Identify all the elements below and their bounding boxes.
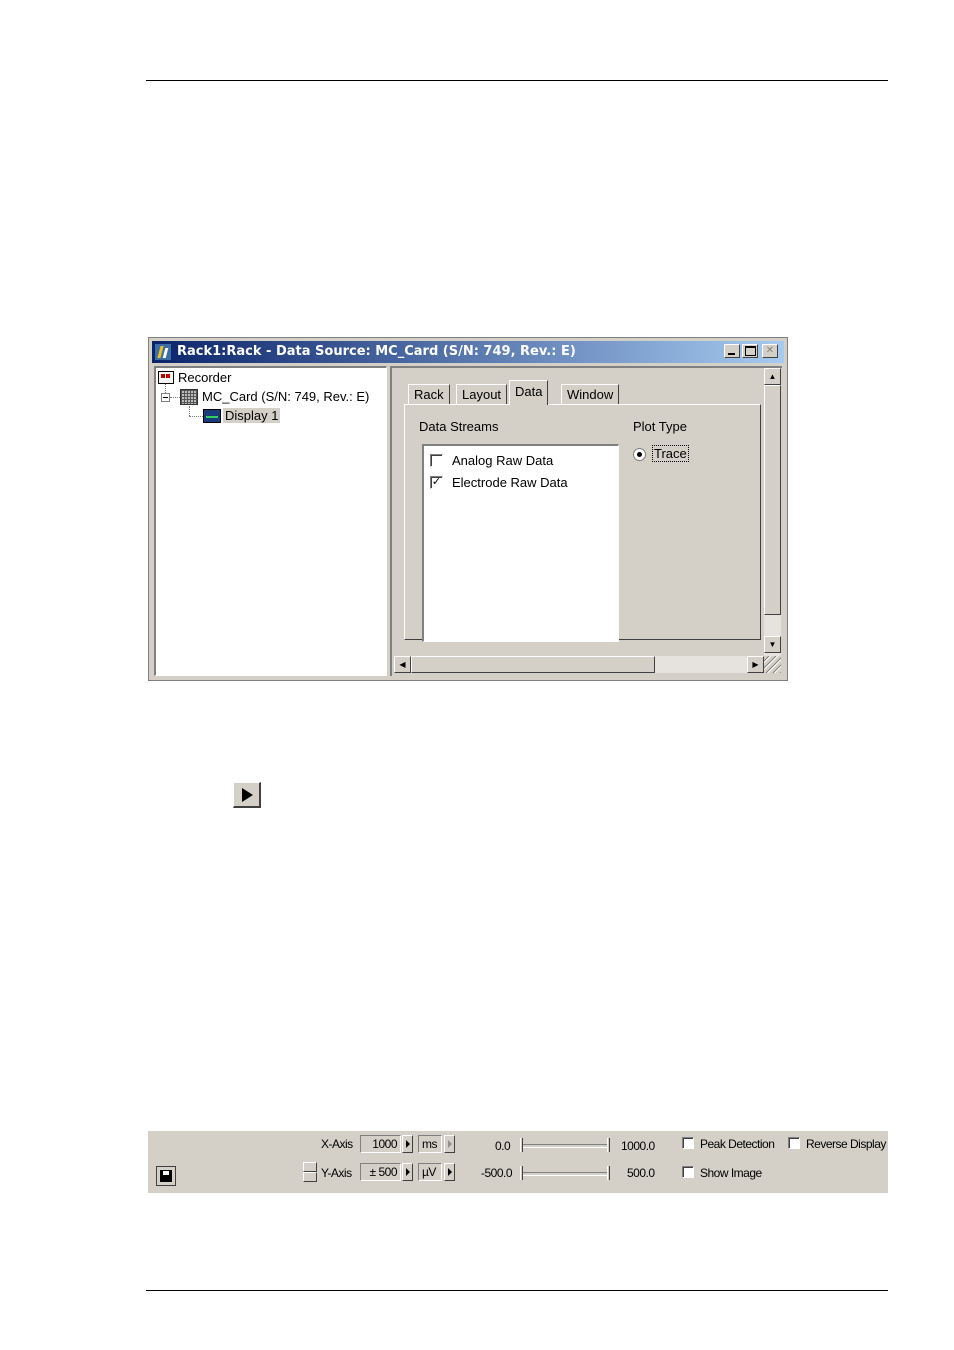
collapse-toggle[interactable] [161, 393, 170, 402]
y-axis-spinner[interactable] [303, 1162, 317, 1182]
footer-rule [146, 1290, 888, 1291]
slider-thumb-left[interactable] [520, 1166, 523, 1180]
show-image-checkbox[interactable] [682, 1166, 694, 1178]
x-axis-max: 1000.0 [621, 1139, 655, 1153]
scroll-down-button[interactable]: ▼ [764, 636, 781, 653]
show-image-label[interactable]: Show Image [700, 1166, 762, 1180]
scroll-thumb[interactable] [764, 385, 781, 615]
data-streams-label: Data Streams [419, 419, 499, 434]
scroll-thumb[interactable] [411, 656, 655, 673]
scroll-up-button[interactable]: ▲ [764, 368, 781, 385]
title-bar[interactable]: Rack1:Rack - Data Source: MC_Card (S/N: … [152, 341, 784, 363]
peak-detection-label[interactable]: Peak Detection [700, 1137, 775, 1151]
header-rule [146, 80, 888, 81]
scroll-right-button[interactable]: ▶ [747, 656, 764, 673]
y-axis-slider[interactable] [520, 1166, 610, 1180]
trace-radio[interactable] [633, 448, 646, 461]
y-axis-unit-arrow-icon[interactable] [444, 1163, 455, 1181]
rack-window: Rack1:Rack - Data Source: MC_Card (S/N: … [148, 337, 788, 681]
slider-thumb-left[interactable] [520, 1138, 523, 1152]
play-icon[interactable] [233, 782, 261, 808]
properties-panel: Rack Layout Data Window Data Streams Ana… [390, 366, 782, 676]
x-axis-unit[interactable]: ms [418, 1135, 442, 1153]
y-axis-label: Y-Axis [321, 1166, 352, 1180]
x-axis-slider[interactable] [520, 1138, 610, 1152]
display-toolbar: X-Axis 1000 ms 0.0 1000.0 Peak Detection… [148, 1130, 888, 1193]
reverse-display-checkbox[interactable] [788, 1137, 800, 1149]
reverse-display-label[interactable]: Reverse Display [806, 1137, 886, 1151]
y-axis-unit[interactable]: µV [418, 1163, 442, 1181]
tab-layout[interactable]: Layout [456, 384, 508, 405]
spin-up-button[interactable] [303, 1162, 317, 1172]
x-axis-value-arrow-icon[interactable] [402, 1135, 413, 1153]
maximize-button[interactable] [742, 344, 758, 358]
app-icon [155, 344, 171, 360]
x-axis-min: 0.0 [495, 1139, 511, 1153]
recorder-icon [158, 371, 174, 384]
x-axis-unit-arrow-icon[interactable] [444, 1135, 455, 1153]
minimize-button[interactable] [724, 344, 740, 358]
display-icon [203, 409, 221, 423]
trace-radio-label[interactable]: Trace [652, 445, 689, 462]
y-axis-value[interactable]: ± 500 [360, 1163, 401, 1181]
scroll-left-button[interactable]: ◀ [394, 656, 411, 673]
y-axis-min: -500.0 [481, 1166, 513, 1180]
window-title: Rack1:Rack - Data Source: MC_Card (S/N: … [177, 344, 576, 359]
save-icon[interactable] [156, 1166, 176, 1186]
tab-window[interactable]: Window [561, 384, 620, 405]
list-item[interactable]: Analog Raw Data [430, 452, 610, 470]
x-axis-value[interactable]: 1000 [360, 1135, 401, 1153]
slider-thumb-right[interactable] [607, 1138, 610, 1152]
y-axis-value-arrow-icon[interactable] [402, 1163, 413, 1181]
resize-grip[interactable] [764, 656, 781, 673]
plot-type-label: Plot Type [633, 419, 687, 434]
data-streams-list[interactable]: Analog Raw Data ✓ Electrode Raw Data [422, 444, 619, 642]
vertical-scrollbar[interactable]: ▲ ▼ [764, 368, 781, 658]
tab-rack[interactable]: Rack [408, 384, 450, 405]
y-axis-max: 500.0 [627, 1166, 655, 1180]
tree-view[interactable]: Recorder MC_Card (S/N: 749, Rev.: E) Dis… [154, 366, 387, 676]
close-button[interactable]: ✕ [762, 344, 778, 358]
x-axis-label: X-Axis [321, 1137, 353, 1151]
tree-item-label: MC_Card (S/N: 749, Rev.: E) [202, 389, 370, 404]
horizontal-scrollbar[interactable]: ◀ ▶ [394, 656, 764, 673]
slider-thumb-right[interactable] [607, 1166, 610, 1180]
spin-down-button[interactable] [303, 1172, 317, 1182]
tree-item-label: Display 1 [223, 408, 281, 423]
tab-data[interactable]: Data [509, 380, 549, 405]
checkbox-checked[interactable]: ✓ [430, 476, 443, 489]
peak-detection-checkbox[interactable] [682, 1137, 694, 1149]
checkbox[interactable] [430, 454, 443, 467]
card-icon [180, 389, 198, 405]
tree-item-label: Recorder [178, 370, 232, 385]
list-item[interactable]: ✓ Electrode Raw Data [430, 474, 610, 492]
